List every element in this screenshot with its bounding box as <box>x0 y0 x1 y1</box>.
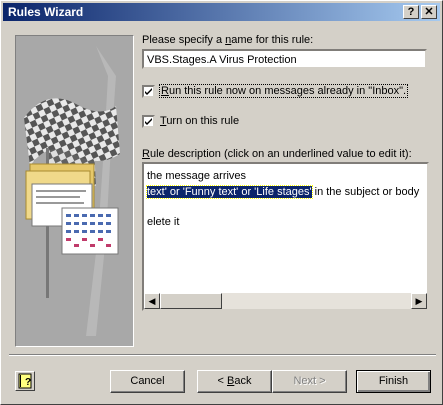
window-title: Rules Wizard <box>8 5 84 19</box>
footer-divider <box>9 354 436 356</box>
turn-on-checkbox[interactable] <box>142 115 155 128</box>
rules-wizard-window: Rules Wizard ? ✕ Please specify a name f… <box>0 0 443 405</box>
run-now-label[interactable]: Run this rule now on messages already in… <box>158 84 409 98</box>
title-close-button[interactable]: ✕ <box>421 5 437 19</box>
horizontal-scrollbar[interactable]: ◀ ▶ <box>144 293 427 309</box>
rule-name-input[interactable]: VBS.Stages.A Virus Protection <box>142 49 427 69</box>
wizard-illustration <box>15 35 134 347</box>
title-help-button[interactable]: ? <box>403 5 419 19</box>
words-link[interactable]: text' or 'Funny text' or 'Life stages' <box>146 185 313 199</box>
title-bar: Rules Wizard ? ✕ <box>3 3 440 21</box>
checkmark-icon <box>145 88 152 95</box>
next-button[interactable]: Next > <box>272 370 347 393</box>
description-line-words: text' or 'Funny text' or 'Life stages' i… <box>146 185 420 199</box>
scroll-left-icon[interactable]: ◀ <box>144 293 160 309</box>
rule-description-box[interactable]: the message arrives text' or 'Funny text… <box>142 162 429 311</box>
help-button[interactable]: ? <box>15 371 35 391</box>
cancel-button[interactable]: Cancel <box>110 370 185 393</box>
turn-on-label[interactable]: Turn on this rule <box>160 115 239 127</box>
scroll-right-icon[interactable]: ▶ <box>411 293 427 309</box>
scroll-thumb[interactable] <box>160 293 222 309</box>
rule-description-label: Rule description (click on an underlined… <box>142 148 412 160</box>
checkmark-icon <box>145 118 152 125</box>
finish-button[interactable]: Finish <box>356 370 431 393</box>
help-book-icon: ? <box>18 373 32 389</box>
svg-text:?: ? <box>25 377 31 388</box>
back-button[interactable]: < Back <box>197 370 272 393</box>
run-now-checkbox[interactable] <box>142 85 155 98</box>
description-line-action: elete it <box>147 216 180 228</box>
checkered-flag-illustration <box>16 36 133 346</box>
rule-name-label: Please specify a name for this rule: <box>142 34 314 46</box>
description-line-condition: the message arrives <box>147 170 247 182</box>
